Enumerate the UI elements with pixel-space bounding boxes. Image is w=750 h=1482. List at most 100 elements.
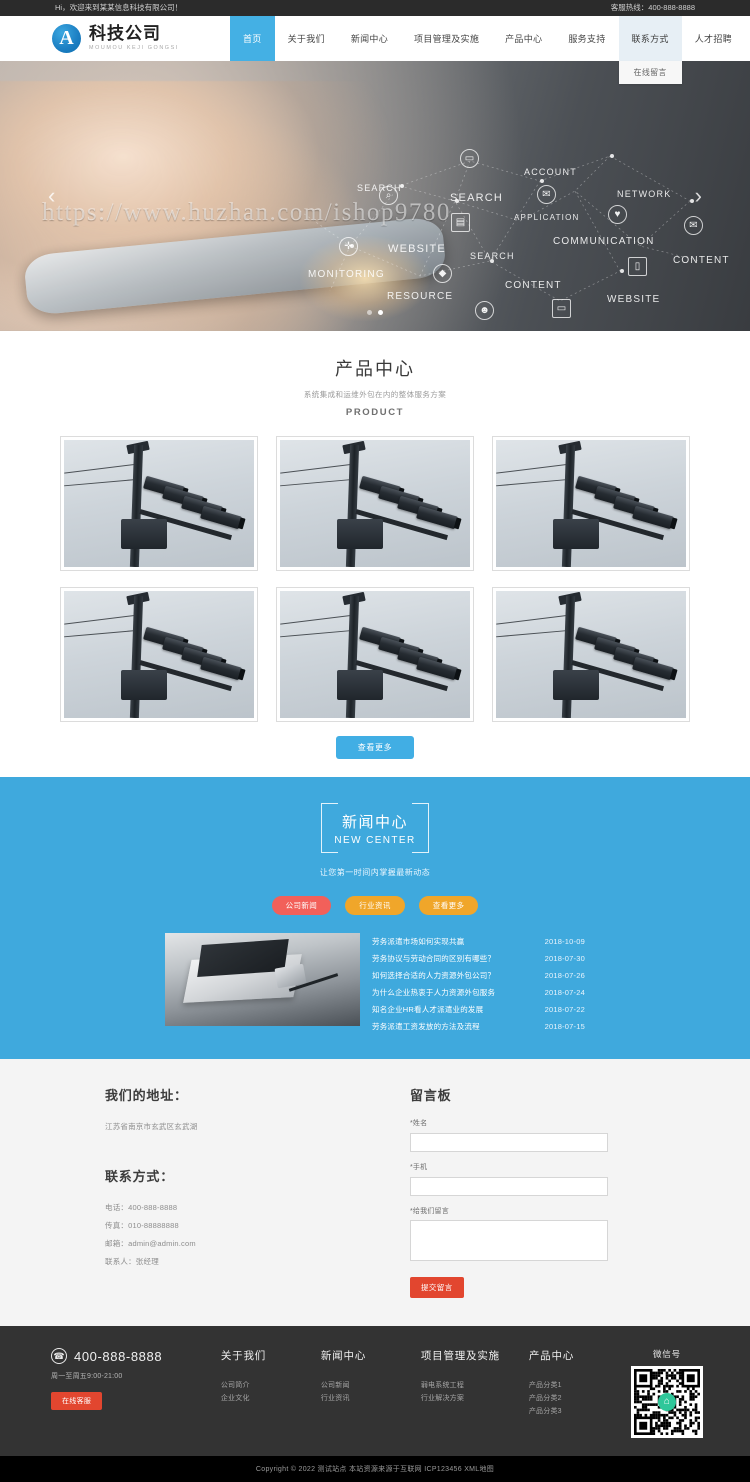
news-tabs: 公司新闻 行业资讯 查看更多 (0, 896, 750, 915)
form-title: 留言板 (410, 1088, 452, 1103)
message-textarea[interactable] (410, 1220, 608, 1261)
banner-word: WEBSITE (388, 243, 446, 255)
banner-word: CONTENT (505, 280, 562, 291)
banner-dot-0[interactable] (367, 310, 372, 315)
news-item[interactable]: 劳务派遣市场如何实现共赢 2018-10-09 (372, 933, 585, 950)
news-item-title: 劳务派遣市场如何实现共赢 (372, 937, 465, 946)
news-item[interactable]: 为什么企业热衷于人力资源外包服务 2018-07-24 (372, 984, 585, 1001)
phone-input[interactable] (410, 1177, 608, 1196)
dropdown-item-0[interactable]: 在线留言 (619, 61, 682, 84)
banner-word: MONITORING (308, 269, 385, 280)
product-card[interactable] (60, 436, 258, 571)
footer-link[interactable]: 弱电系统工程 (421, 1379, 529, 1392)
site-footer: ☎ 400-888-8888 周一至周五9:00-21:00 在线客服 关于我们… (0, 1326, 750, 1456)
screen-icon: ▤ (451, 213, 470, 232)
logo-text: 科技公司 MOUMOU KEJI GONGSI (89, 25, 179, 52)
product-card[interactable] (492, 436, 690, 571)
location-icon: ◆ (433, 264, 452, 283)
news-thumbnail[interactable] (165, 933, 360, 1026)
news-item[interactable]: 劳务派遣工资发放的方法及流程 2018-07-15 (372, 1018, 585, 1035)
footer-column-title: 产品中心 (528, 1350, 575, 1362)
footer-column-title: 关于我们 (220, 1350, 267, 1362)
footer-link[interactable]: 公司简介 (221, 1379, 321, 1392)
submit-message-button[interactable]: 提交留言 (410, 1277, 464, 1298)
nav-dropdown: 在线留言 (618, 61, 682, 84)
contact-title: 联系方式： (105, 1169, 175, 1184)
products-subtitle: 系统集成和运维外包在内的整体服务方案 (303, 390, 447, 399)
banner-dots[interactable] (367, 310, 383, 315)
footer-column-title: 项目管理及实施 (420, 1350, 500, 1362)
footer-link[interactable]: 行业资讯 (321, 1392, 421, 1405)
footer-hours: 周一至周五9:00-21:00 (51, 1373, 123, 1380)
news-item-title: 劳务协议与劳动合同的区别有哪些？ (372, 954, 496, 963)
news-tab-0[interactable]: 公司新闻 (271, 896, 332, 915)
products-title-en: PRODUCT (345, 407, 405, 418)
contact-info: 我们的地址： 江苏省南京市玄武区玄武湖 联系方式： 电话：400-888-888… (105, 1085, 340, 1298)
banner-prev-button[interactable]: ‹ (48, 185, 55, 207)
footer-column-1: 新闻中心公司新闻 行业资讯 (321, 1348, 421, 1418)
news-tab-2[interactable]: 查看更多 (418, 896, 479, 915)
product-image (496, 440, 686, 567)
contact-line: 联系人：张经理 (105, 1257, 159, 1266)
news-item-date: 2018-07-30 (544, 954, 585, 963)
banner-word: ACCOUNT (524, 167, 577, 177)
footer-link[interactable]: 行业解决方案 (421, 1392, 529, 1405)
banner-dot-1[interactable] (378, 310, 383, 315)
nav-item-1[interactable]: 关于我们 (275, 16, 338, 61)
footer-column-title: 新闻中心 (320, 1350, 367, 1362)
message-icon: ▭ (460, 149, 479, 168)
logo[interactable]: A 科技公司 MOUMOU KEJI GONGSI (0, 16, 230, 61)
name-input[interactable] (410, 1133, 608, 1152)
news-item-date: 2018-07-15 (544, 1022, 585, 1031)
product-card[interactable] (60, 587, 258, 722)
footer-link[interactable]: 产品分类2 (529, 1392, 629, 1405)
news-body: 劳务派遣市场如何实现共赢 2018-10-09 劳务协议与劳动合同的区别有哪些？ 20… (165, 933, 585, 1035)
footer-link[interactable]: 产品分类3 (529, 1405, 629, 1418)
nav-item-3[interactable]: 项目管理及实施 (401, 16, 492, 61)
site-header: A 科技公司 MOUMOU KEJI GONGSI 首页 关于我们 新闻中心 项目管理… (0, 16, 750, 84)
qr-center-icon: ⌂ (657, 1393, 676, 1411)
hero-banner: SEARCH ACCOUNT SEARCH NETWORK APPLICATIO… (0, 61, 750, 331)
address-title: 我们的地址： (105, 1088, 188, 1103)
product-card[interactable] (276, 436, 474, 571)
nav-item-7[interactable]: 人才招聘 (682, 16, 745, 61)
envelope-icon: ✉ (684, 216, 703, 235)
products-more-wrap: 查看更多 (0, 722, 750, 759)
footer-link[interactable]: 公司新闻 (321, 1379, 421, 1392)
footer-link[interactable]: 企业文化 (221, 1392, 321, 1405)
product-card[interactable] (492, 587, 690, 722)
nav-item-2[interactable]: 新闻中心 (338, 16, 401, 61)
product-card[interactable] (276, 587, 474, 722)
products-title: 产品中心 (335, 359, 415, 379)
news-item[interactable]: 如何选择合适的人力资源外包公司？ 2018-07-26 (372, 967, 585, 984)
welcome-text: Hi，欢迎来到某某信息科技有限公司！ (55, 3, 183, 12)
contact-line: 传真：010-88888888 (105, 1221, 179, 1230)
nav-item-label: 首页 (243, 34, 262, 44)
banner-word: NETWORK (617, 189, 672, 199)
banner-next-button[interactable]: › (695, 185, 702, 207)
news-list: 劳务派遣市场如何实现共赢 2018-10-09 劳务协议与劳动合同的区别有哪些？ 20… (372, 933, 585, 1035)
logo-title: 科技公司 (89, 24, 161, 43)
heart-icon: ♥ (608, 205, 627, 224)
online-service-button[interactable]: 在线客服 (51, 1392, 103, 1410)
product-image (280, 440, 470, 567)
news-item[interactable]: 知名企业HR看人才派遣业的发展 2018-07-22 (372, 1001, 585, 1018)
news-tab-1[interactable]: 行业资讯 (345, 896, 405, 915)
news-item-title: 如何选择合适的人力资源外包公司？ (372, 971, 496, 980)
banner-word: RESOURCE (387, 291, 454, 302)
products-more-button[interactable]: 查看更多 (335, 736, 415, 759)
banner-word: CONTENT (673, 255, 730, 266)
nav-item-0[interactable]: 首页 (230, 16, 275, 61)
contact-section: 我们的地址： 江苏省南京市玄武区玄武湖 联系方式： 电话：400-888-888… (0, 1059, 750, 1326)
footer-links: 关于我们 公司简介 企业文化 新闻中心 公司新闻 行业资讯 项目管理及实施 弱电系统工程 行业解… (221, 1348, 629, 1418)
news-item-title: 劳务派遣工资发放的方法及流程 (372, 1022, 480, 1031)
footer-link[interactable]: 产品分类1 (529, 1379, 629, 1392)
product-image (64, 591, 254, 718)
nav-item-6[interactable]: 联系方式 在线留言 (618, 16, 682, 84)
news-title: 新闻中心 (341, 814, 408, 831)
contact-line: 邮箱：admin@admin.com (105, 1239, 196, 1248)
news-item[interactable]: 劳务协议与劳动合同的区别有哪些？ 2018-07-30 (372, 950, 585, 967)
nav-item-5[interactable]: 服务支持 (555, 16, 618, 61)
nav-item-4[interactable]: 产品中心 (492, 16, 555, 61)
footer-phone: 400-888-8888 (74, 1348, 163, 1364)
